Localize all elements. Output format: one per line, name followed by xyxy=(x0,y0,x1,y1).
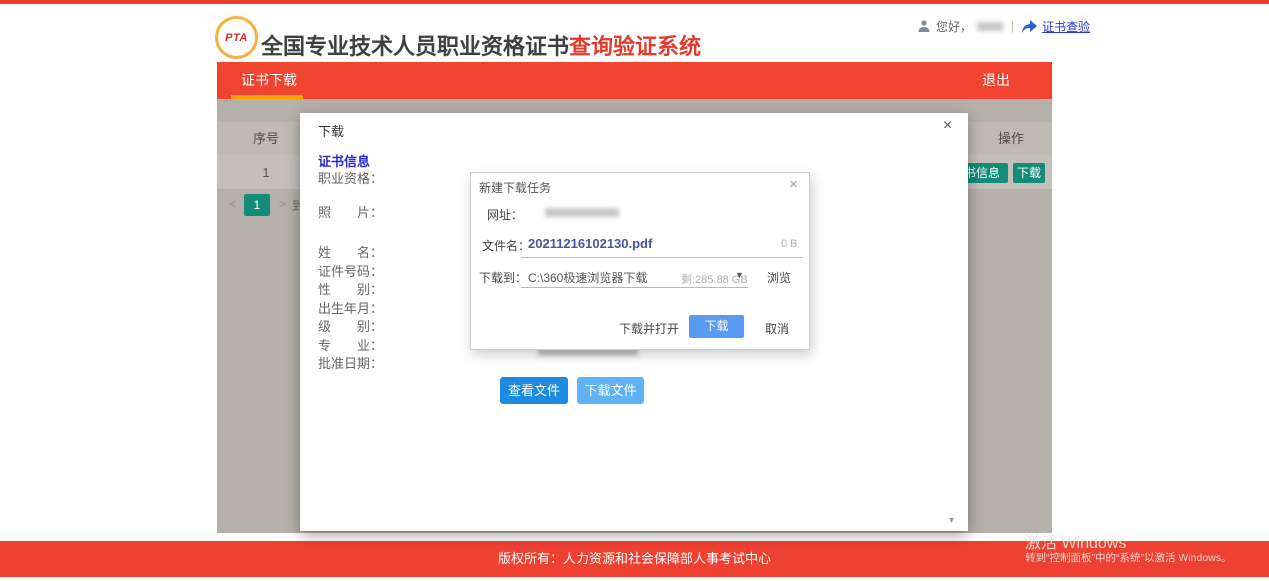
pta-logo: PTA xyxy=(215,16,258,59)
pagination-next-icon[interactable]: > xyxy=(279,197,286,211)
modal-close-icon[interactable]: × xyxy=(943,118,952,134)
logout-button[interactable]: 退出 xyxy=(982,62,1010,99)
new-download-task-dialog: 新建下载任务 × 网址： 文件名： 20211216102130.pdf 0 B… xyxy=(470,172,810,350)
dialog-download-button[interactable]: 下载 xyxy=(689,315,744,338)
nav-tab-label: 证书下载 xyxy=(241,72,297,88)
field-label-qualification: 职业资格： xyxy=(318,171,384,186)
table-cell-index: 1 xyxy=(262,165,270,180)
scroll-down-icon[interactable]: ▾ xyxy=(949,515,954,526)
user-icon xyxy=(918,20,930,32)
userbar-divider: | xyxy=(1011,19,1015,33)
field-label-photo: 照 片： xyxy=(318,205,384,220)
dialog-cancel-button[interactable]: 取消 xyxy=(765,320,789,337)
field-label-birth-date: 出生年月： xyxy=(318,301,384,316)
field-label-approval-date: 批准日期： xyxy=(318,356,384,371)
file-size-text: 0 B xyxy=(781,238,798,250)
pta-logo-text: PTA xyxy=(225,31,248,44)
field-label-level: 级 别： xyxy=(318,319,384,334)
page: PTA 全国专业技术人员职业资格证书查询验证系统 您好， | 证书查验 证书下载… xyxy=(0,0,1269,581)
filename-input-underline xyxy=(521,257,803,258)
dialog-title: 新建下载任务 xyxy=(479,181,552,195)
page-title: 全国专业技术人员职业资格证书查询验证系统 xyxy=(261,29,701,61)
site-header: PTA 全国专业技术人员职业资格证书查询验证系统 您好， | 证书查验 xyxy=(0,4,1269,62)
cert-check-arrow-icon xyxy=(1022,19,1038,33)
field-label-id-number: 证件号码： xyxy=(318,264,384,279)
main-nav: 证书下载 退出 xyxy=(217,62,1052,99)
view-file-button[interactable]: 查看文件 xyxy=(500,377,568,404)
copyright-text: 版权所有：人力资源和社会保障部人事考试中心 xyxy=(497,551,771,566)
destination-path-input[interactable]: C:\360极速浏览器下载 xyxy=(528,269,647,286)
field-label-major: 专 业： xyxy=(318,338,384,353)
page-title-accent: 查询验证系统 xyxy=(569,34,702,59)
redacted-username xyxy=(977,21,1004,31)
destination-input-underline xyxy=(521,287,748,288)
user-bar: 您好， | 证书查验 xyxy=(917,17,1090,35)
pagination-prev-icon[interactable]: < xyxy=(229,197,236,211)
cert-check-link[interactable]: 证书查验 xyxy=(1042,18,1090,35)
row-download-button[interactable]: 下载 xyxy=(1013,163,1045,183)
greeting-text: 您好， xyxy=(936,19,973,34)
modal-title: 下载 xyxy=(318,124,345,139)
page-title-main: 全国专业技术人员职业资格证书 xyxy=(261,34,570,59)
download-and-open-button[interactable]: 下载并打开 xyxy=(619,320,679,337)
field-label-name: 姓 名： xyxy=(318,245,384,260)
dialog-close-icon[interactable]: × xyxy=(789,176,798,193)
url-label: 网址： xyxy=(487,208,524,222)
filename-label: 文件名： xyxy=(482,239,531,253)
browse-button[interactable]: 浏览 xyxy=(767,269,791,286)
redacted-url-value xyxy=(545,208,619,217)
site-footer: 版权所有：人力资源和社会保障部人事考试中心 xyxy=(0,541,1269,577)
table-col-index: 序号 xyxy=(252,131,279,146)
nav-tab-cert-download[interactable]: 证书下载 xyxy=(241,62,297,99)
pagination-page-1[interactable]: 1 xyxy=(244,194,270,216)
destination-label: 下载到： xyxy=(479,271,528,285)
field-label-gender: 性 别： xyxy=(318,282,384,297)
destination-dropdown-icon[interactable]: ▼ xyxy=(735,270,744,280)
table-col-action: 操作 xyxy=(998,131,1025,146)
filename-input[interactable]: 20211216102130.pdf xyxy=(528,236,652,251)
download-file-button[interactable]: 下载文件 xyxy=(577,377,644,404)
